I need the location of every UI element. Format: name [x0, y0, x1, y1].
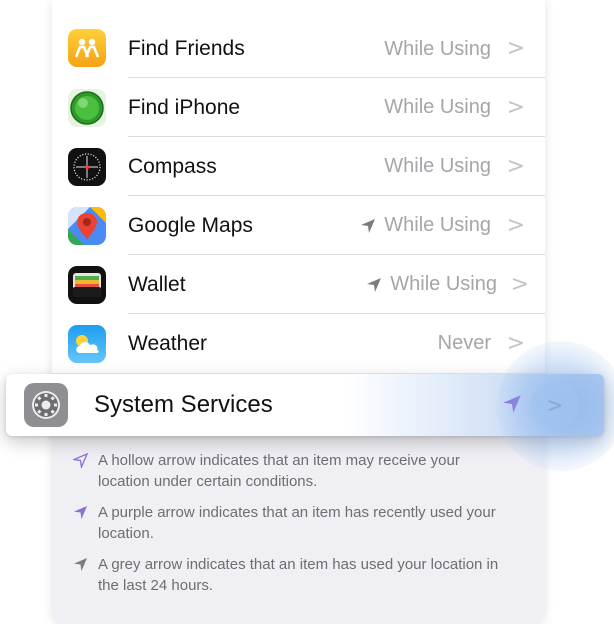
chevron-right-icon: > [510, 272, 529, 297]
chevron-right-icon: > [506, 95, 525, 120]
note-text: A grey arrow indicates that an item has … [98, 556, 499, 594]
app-name: Find Friends [128, 37, 245, 60]
location-services-panel: Find Friends While Using > Find iPhone W… [52, 0, 545, 624]
app-status: Never [437, 332, 491, 354]
list-item-find-iphone[interactable]: Find iPhone While Using > [52, 78, 545, 137]
list-item-weather[interactable]: Weather Never > [52, 314, 545, 373]
location-arrow-purple-icon [66, 502, 94, 544]
app-name: Compass [128, 154, 217, 178]
app-status: While Using [360, 214, 491, 237]
location-arrow-grey-icon [366, 277, 382, 293]
location-arrow-grey-icon [360, 218, 376, 234]
chevron-right-icon: > [506, 36, 525, 61]
google-maps-icon [68, 206, 106, 245]
system-services-label: System Services [94, 391, 273, 418]
list-item-compass[interactable]: Compass While Using > [52, 137, 545, 196]
find-friends-icon [68, 29, 106, 67]
app-status: While Using [384, 155, 491, 177]
list-item-google-maps[interactable]: Google Maps While Using > [52, 196, 545, 255]
settings-gear-icon [24, 383, 68, 427]
note-text: A hollow arrow indicates that an item ma… [98, 452, 460, 490]
note-text: A purple arrow indicates that an item ha… [98, 504, 496, 542]
wallet-icon [68, 265, 106, 304]
list-item-wallet[interactable]: Wallet While Using > [52, 255, 545, 314]
app-name: Weather [128, 331, 207, 355]
app-name: Find iPhone [128, 95, 241, 119]
chevron-right-icon: > [506, 154, 525, 179]
app-status: While Using [384, 96, 491, 118]
find-iphone-icon [68, 88, 106, 127]
chevron-right-icon: > [506, 213, 525, 238]
chevron-right-icon: > [546, 393, 564, 417]
system-services-chevron-button[interactable]: > [531, 381, 579, 429]
compass-icon [68, 147, 106, 186]
app-status: While Using [384, 38, 491, 60]
note-hollow-arrow: A hollow arrow indicates that an item ma… [66, 450, 506, 492]
list-item-find-friends[interactable]: Find Friends While Using > [52, 0, 545, 78]
app-list: Find Friends While Using > Find iPhone W… [52, 0, 545, 373]
app-status-text: While Using [384, 214, 491, 236]
app-name: Google Maps [128, 213, 253, 237]
note-purple-arrow: A purple arrow indicates that an item ha… [66, 502, 506, 544]
location-arrow-hollow-icon [66, 450, 94, 492]
location-arrow-grey-icon [66, 554, 94, 596]
app-status: While Using [366, 273, 497, 296]
app-status-text: While Using [390, 273, 497, 295]
weather-icon [68, 324, 106, 363]
app-name: Wallet [128, 272, 186, 296]
note-grey-arrow: A grey arrow indicates that an item has … [66, 554, 506, 596]
